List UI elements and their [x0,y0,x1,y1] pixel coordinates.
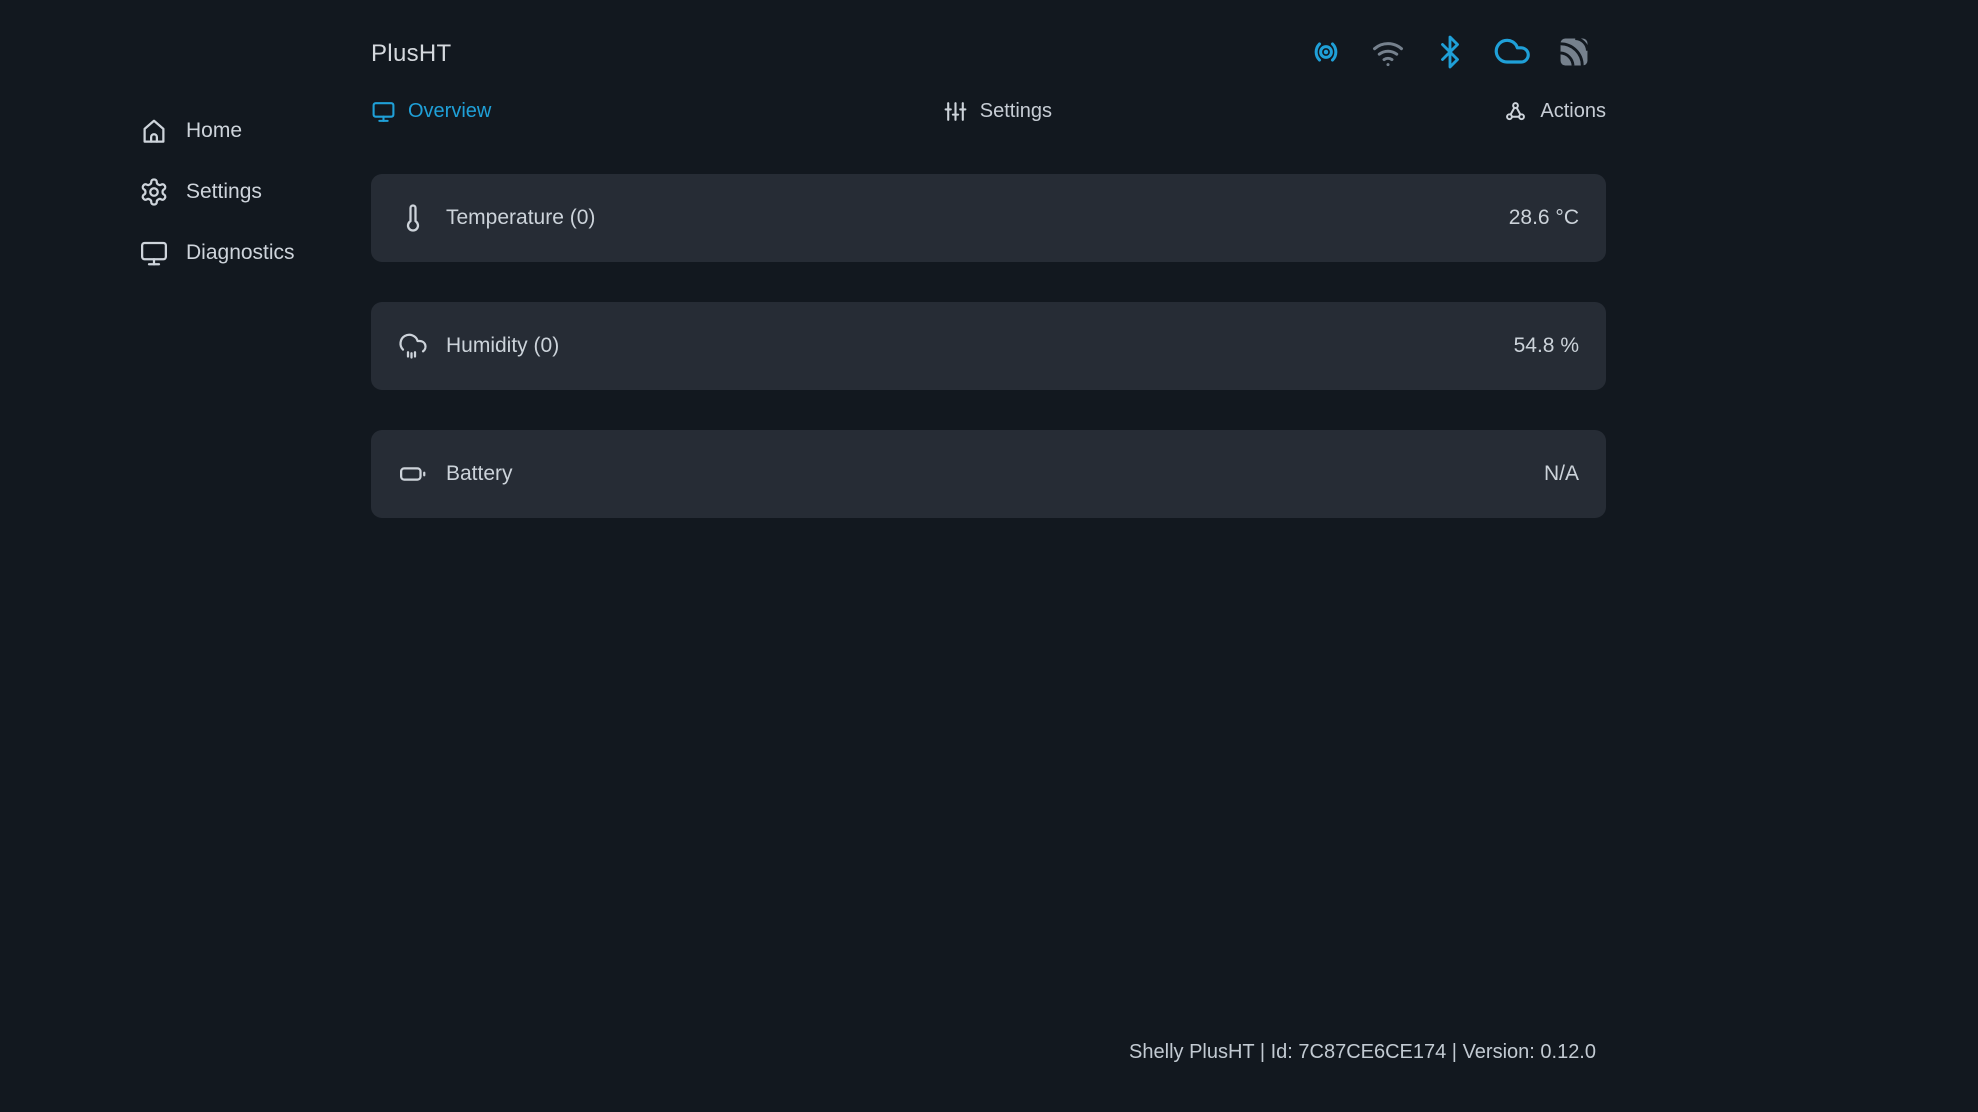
tab-label: Settings [980,100,1052,123]
battery-value: N/A [1544,462,1579,486]
bluetooth-icon [1430,32,1470,72]
tab-actions[interactable]: Actions [1503,99,1606,124]
card-label: Battery [446,462,513,486]
sidebar-item-label: Home [186,119,242,143]
gear-icon [139,177,169,207]
page-title: PlusHT [371,40,451,68]
sidebar: Home Settings Diagnostics [139,113,295,270]
sidebar-item-label: Settings [186,180,262,204]
webhook-icon [1503,99,1528,124]
sidebar-item-label: Diagnostics [186,241,295,265]
monitor-icon [371,99,396,124]
tab-settings[interactable]: Settings [943,99,1052,124]
cloud-icon [1492,32,1532,72]
sidebar-item-settings[interactable]: Settings [139,174,295,209]
tab-bar: Overview Settings Actions [371,99,1606,124]
status-bar [1306,32,1594,72]
card-list: Temperature (0) 28.6 °C Humidity (0) 54.… [371,174,1606,518]
home-icon [139,116,169,146]
card-label: Temperature (0) [446,206,595,230]
card-label: Humidity (0) [446,334,559,358]
cloud-drizzle-icon [398,331,428,361]
sliders-icon [943,99,968,124]
humidity-value: 54.8 % [1514,334,1579,358]
battery-card[interactable]: Battery N/A [371,430,1606,518]
monitor-icon [139,238,169,268]
tab-label: Overview [408,100,491,123]
humidity-card[interactable]: Humidity (0) 54.8 % [371,302,1606,390]
thermometer-icon [398,203,428,233]
device-info-footer: Shelly PlusHT | Id: 7C87CE6CE174 | Versi… [1129,1041,1596,1064]
battery-icon [398,459,428,489]
mqtt-icon [1554,32,1594,72]
temperature-value: 28.6 °C [1509,206,1579,230]
wifi-icon [1368,32,1408,72]
temperature-card[interactable]: Temperature (0) 28.6 °C [371,174,1606,262]
access-point-icon [1306,32,1346,72]
tab-label: Actions [1540,100,1606,123]
sidebar-item-diagnostics[interactable]: Diagnostics [139,235,295,270]
sidebar-item-home[interactable]: Home [139,113,295,148]
tab-overview[interactable]: Overview [371,99,491,124]
